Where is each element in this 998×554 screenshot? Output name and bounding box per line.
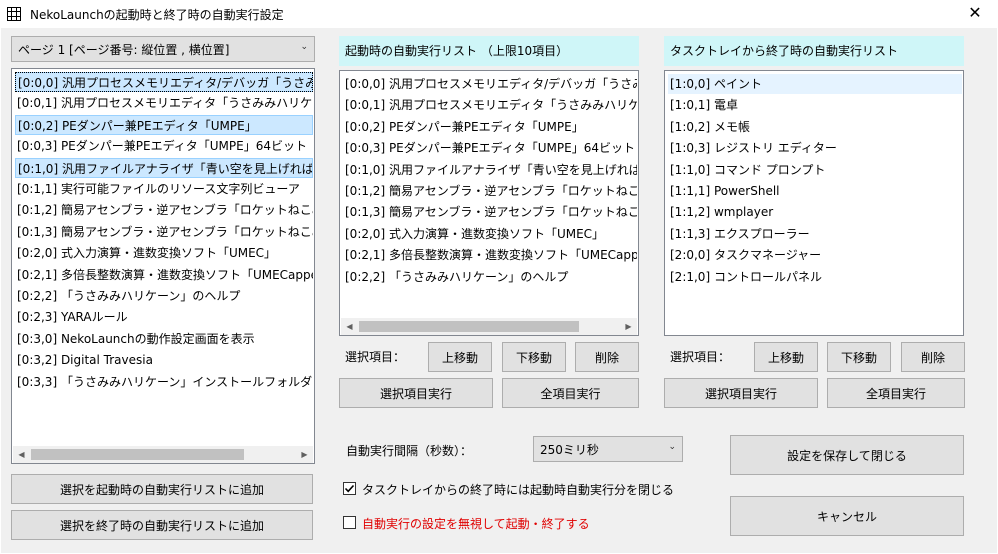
ignore-settings-checkbox-label[interactable]: 自動実行の設定を無視して起動・終了する [362, 515, 590, 532]
exit-delete-button[interactable]: 削除 [901, 342, 965, 372]
cancel-button[interactable]: キャンセル [730, 496, 964, 536]
startup-list[interactable]: [0:0,0] 汎用プロセスメモリエディタ/デバッガ「うさみみハリケ[0:0,1… [339, 70, 639, 336]
exit-list-item[interactable]: [1:1,1] PowerShell [668, 181, 962, 201]
exit-list-item[interactable]: [1:1,2] wmplayer [668, 202, 962, 222]
exit-run-selected-button[interactable]: 選択項目実行 [664, 378, 818, 408]
page-select-value: ページ 1 [ページ番号: 縦位置 , 横位置] [18, 43, 230, 57]
close-startup-checkbox-label[interactable]: タスクトレイからの終了時には起動時自動実行分を閉じる [362, 481, 674, 498]
source-list-item[interactable]: [0:1,2] 簡易アセンブラ・逆アセンブラ「ロケットねこみみ」 [15, 200, 313, 220]
source-list-item[interactable]: [0:1,3] 簡易アセンブラ・逆アセンブラ「ロケットねこみみ」64ビ [15, 222, 313, 242]
startup-list-item[interactable]: [0:1,2] 簡易アセンブラ・逆アセンブラ「ロケットねこみみ」 [343, 181, 637, 201]
startup-move-up-button[interactable]: 上移動 [428, 342, 492, 372]
exit-list-item[interactable]: [1:0,0] ペイント [668, 74, 962, 94]
scroll-right-icon[interactable]: ▶ [296, 446, 313, 463]
exit-list-item[interactable]: [1:1,0] コマンド プロンプト [668, 160, 962, 180]
interval-label: 自動実行間隔（秒数）： [346, 444, 473, 458]
scroll-left-icon[interactable]: ◀ [13, 446, 30, 463]
source-item-list[interactable]: [0:0,0] 汎用プロセスメモリエディタ/デバッガ「うさみみハリケー[0:0,… [11, 68, 315, 464]
source-list-hscrollbar[interactable]: ◀ ▶ [13, 446, 313, 463]
exit-list-item[interactable]: [1:0,1] 電卓 [668, 95, 962, 115]
exit-list-item[interactable]: [1:0,2] メモ帳 [668, 117, 962, 137]
exit-list-item[interactable]: [1:1,3] エクスプローラー [668, 224, 962, 244]
exit-move-up-button[interactable]: 上移動 [754, 342, 818, 372]
source-list-item[interactable]: [0:2,3] YARAルール [15, 307, 313, 327]
exit-run-all-button[interactable]: 全項目実行 [827, 378, 965, 408]
source-list-item[interactable]: [0:0,2] PEダンパー兼PEエディタ「UMPE」 [15, 114, 313, 135]
scroll-thumb[interactable] [359, 321, 579, 332]
startup-selected-label: 選択項目： [345, 350, 406, 364]
startup-list-item[interactable]: [0:0,0] 汎用プロセスメモリエディタ/デバッガ「うさみみハリケ [343, 74, 637, 94]
app-grid-icon [7, 7, 21, 21]
save-and-close-button[interactable]: 設定を保存して閉じる [730, 435, 964, 475]
scroll-left-icon[interactable]: ◀ [341, 318, 358, 335]
scroll-thumb[interactable] [31, 449, 244, 460]
source-list-item[interactable]: [0:1,1] 実行可能ファイルのリソース文字列ビューア [15, 179, 313, 199]
source-list-item[interactable]: [0:0,0] 汎用プロセスメモリエディタ/デバッガ「うさみみハリケー [15, 72, 313, 92]
startup-list-item[interactable]: [0:0,1] 汎用プロセスメモリエディタ「うさみみハリケーン」64ビ [343, 95, 637, 115]
checkmark-icon [344, 484, 355, 493]
startup-delete-button[interactable]: 削除 [575, 342, 639, 372]
scroll-right-icon[interactable]: ▶ [620, 318, 637, 335]
startup-list-item[interactable]: [0:1,0] 汎用ファイルアナライザ「青い空を見上げればいつも [343, 160, 637, 180]
source-list-item[interactable]: [0:3,3] 「うさみみハリケーン」インストールフォルダ [15, 372, 313, 392]
startup-run-all-button[interactable]: 全項目実行 [502, 378, 639, 408]
startup-list-item[interactable]: [0:0,3] PEダンパー兼PEエディタ「UMPE」64ビット [343, 138, 637, 158]
chevron-down-icon: ⌄ [668, 442, 676, 452]
source-list-item[interactable]: [0:0,1] 汎用プロセスメモリエディタ「うさみみハリケーン」64ビ [15, 93, 313, 113]
startup-list-item[interactable]: [0:2,0] 式入力演算・進数変換ソフト「UMEC」 [343, 224, 637, 244]
startup-list-item[interactable]: [0:0,2] PEダンパー兼PEエディタ「UMPE」 [343, 117, 637, 137]
add-to-exit-button[interactable]: 選択を終了時の自動実行リストに追加 [11, 510, 313, 540]
exit-list-header: タスクトレイから終了時の自動実行リスト [664, 36, 964, 66]
source-list-item[interactable]: [0:2,0] 式入力演算・進数変換ソフト「UMEC」 [15, 243, 313, 263]
exit-list-item[interactable]: [2:1,0] コントロールパネル [668, 267, 962, 287]
startup-run-selected-button[interactable]: 選択項目実行 [339, 378, 493, 408]
exit-list-item[interactable]: [2:0,0] タスクマネージャー [668, 245, 962, 265]
interval-select-value: 250ミリ秒 [540, 443, 599, 457]
startup-move-down-button[interactable]: 下移動 [502, 342, 566, 372]
startup-list-hscrollbar[interactable]: ◀ ▶ [341, 318, 637, 335]
interval-select[interactable]: 250ミリ秒 ⌄ [533, 436, 683, 462]
title-bar: NekoLaunchの起動時と終了時の自動実行設定 ✕ [0, 0, 998, 28]
exit-list-item[interactable]: [1:0,3] レジストリ エディター [668, 138, 962, 158]
close-window-button[interactable]: ✕ [952, 0, 998, 28]
exit-move-down-button[interactable]: 下移動 [827, 342, 891, 372]
startup-list-item[interactable]: [0:2,1] 多倍長整数演算・進数変換ソフト「UMECappen [343, 245, 637, 265]
exit-list[interactable]: [1:0,0] ペイント [1:0,1] 電卓 [1:0,2] メモ帳 [1:0,3]… [664, 70, 964, 336]
source-list-item[interactable]: [0:3,2] Digital Travesia [15, 350, 313, 370]
source-list-item[interactable]: [0:2,2] 「うさみみハリケーン」のヘルプ [15, 286, 313, 306]
startup-list-header: 起動時の自動実行リスト （上限10項目） [339, 36, 639, 66]
exit-selected-label: 選択項目： [670, 350, 731, 364]
add-to-startup-button[interactable]: 選択を起動時の自動実行リストに追加 [11, 474, 313, 504]
window-title: NekoLaunchの起動時と終了時の自動実行設定 [30, 8, 284, 22]
source-list-item[interactable]: [0:1,0] 汎用ファイルアナライザ「青い空を見上げればいつも [15, 157, 313, 178]
source-list-item[interactable]: [0:3,0] NekoLaunchの動作設定画面を表示 [15, 329, 313, 349]
chevron-down-icon: ⌄ [300, 42, 308, 52]
close-startup-checkbox[interactable] [343, 482, 356, 495]
page-select[interactable]: ページ 1 [ページ番号: 縦位置 , 横位置] ⌄ [11, 36, 315, 62]
startup-list-item[interactable]: [0:1,3] 簡易アセンブラ・逆アセンブラ「ロケットねこみみ」64I [343, 202, 637, 222]
startup-list-item[interactable]: [0:2,2] 「うさみみハリケーン」のヘルプ [343, 267, 637, 287]
ignore-settings-checkbox[interactable] [343, 516, 356, 529]
source-list-item[interactable]: [0:0,3] PEダンパー兼PEエディタ「UMPE」64ビット [15, 136, 313, 156]
close-icon: ✕ [968, 3, 982, 22]
source-list-item[interactable]: [0:2,1] 多倍長整数演算・進数変換ソフト「UMECappenc [15, 265, 313, 285]
